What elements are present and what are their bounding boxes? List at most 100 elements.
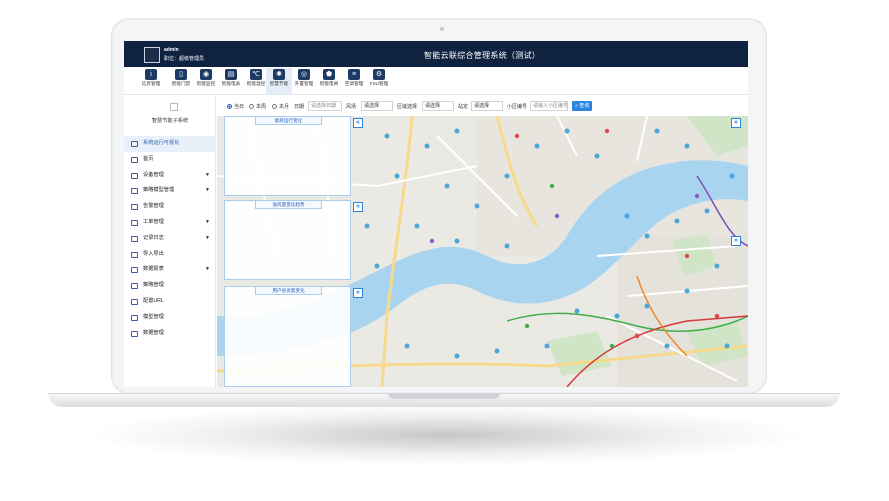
- area-select[interactable]: 请选择: [422, 101, 454, 111]
- sidebar-item-label: 配置URL: [143, 297, 164, 304]
- radio-label: 本周: [256, 104, 267, 110]
- collapse-left-icon[interactable]: «: [353, 202, 363, 212]
- sidebar-item-devices[interactable]: 设备管理 ▼: [124, 168, 216, 184]
- import-icon: [131, 251, 138, 258]
- radio-label: 本月: [279, 104, 290, 110]
- sidebar-menu: 系统运行可视化 首页 设备管理 ▼ 策略模型管理 ▼ 告警管理 工单管理 ▼ 记录日志…: [124, 136, 216, 341]
- chevron-down-icon: ▼: [205, 266, 210, 273]
- sidebar-item-workorders[interactable]: 工单管理 ▼: [124, 215, 216, 231]
- sidebar-item-label: 导入导出: [143, 250, 164, 257]
- tool-label: 空调管理: [344, 81, 364, 86]
- radio-week[interactable]: [249, 104, 254, 109]
- sidebar-item-label: 模型管理: [143, 313, 164, 320]
- webcam: [440, 27, 444, 31]
- expand-right-icon[interactable]: »: [731, 118, 741, 128]
- map-view[interactable]: 能耗运行变化 送风量变化趋势 用户投诉量变化 « « « » »: [217, 116, 748, 387]
- user-role: 职位：超级管理员: [164, 56, 205, 62]
- top-header: admin 职位：超级管理员 智能云联综合管理系统（测试）: [124, 41, 748, 67]
- module-toolbar: i 信息管理 ▯ 智能门禁 ◉ 智能监控 ▤ 智能电表 ℃ 智能温控 ✺ 智慧节能 ◎ 外置管…: [124, 67, 748, 95]
- sidebar-item-data[interactable]: 数据管理: [124, 326, 216, 342]
- chart-panel-energy: 能耗运行变化: [224, 116, 351, 196]
- page-title: 智能云联综合管理系统（测试）: [424, 51, 541, 60]
- code-label: 小区编号: [507, 104, 528, 110]
- sidebar-item-label: 数据报表: [143, 266, 164, 273]
- sidebar-item-strategy-model[interactable]: 策略模型管理 ▼: [124, 183, 216, 199]
- sidebar-item-label: 设备管理: [143, 171, 164, 178]
- brain-icon: ✺: [273, 69, 285, 80]
- tool-label: 外置管理: [294, 81, 314, 86]
- tool-label: 智慧节能: [269, 81, 289, 86]
- main-content: 当日 本周 本月 日期 请选择日期 风场 请选择 区域选择 请选择 站定 请选择…: [217, 96, 748, 387]
- tool-door[interactable]: ▯ 智能门禁: [168, 68, 194, 94]
- panel-title: 送风量变化趋势: [255, 201, 322, 209]
- sidebar-item-visualization[interactable]: 系统运行可视化: [124, 136, 216, 152]
- tool-label: 智能门禁: [171, 81, 191, 86]
- search-button[interactable]: ⌕ 查询: [572, 101, 593, 111]
- tool-switch[interactable]: ⬟ 智能电闸: [316, 68, 342, 94]
- sidebar-item-import-export[interactable]: 导入导出: [124, 247, 216, 263]
- tool-label: 信息管理: [141, 81, 161, 86]
- tool-fsu[interactable]: ⚙ FSU管理: [366, 68, 392, 94]
- sidebar-item-logs[interactable]: 记录日志 ▼: [124, 231, 216, 247]
- collapse-left-icon[interactable]: «: [353, 118, 363, 128]
- subsystem-name: 智慧节能子系统: [151, 118, 189, 124]
- tool-info[interactable]: i 信息管理: [138, 68, 164, 94]
- meter-icon: ▤: [225, 69, 237, 80]
- aircon-icon: ≡: [348, 69, 360, 80]
- panel-title: 能耗运行变化: [255, 117, 322, 125]
- chart-panel-airflow: 送风量变化趋势: [224, 200, 351, 280]
- expand-right-icon[interactable]: »: [731, 236, 741, 246]
- user-name: admin: [164, 47, 179, 53]
- link-icon: [131, 298, 138, 305]
- laptop-mockup: admin 职位：超级管理员 智能云联综合管理系统（测试） i 信息管理 ▯ 智能门…: [0, 0, 889, 501]
- collapse-left-icon[interactable]: «: [353, 288, 363, 298]
- strategy-icon: [131, 188, 138, 195]
- tool-meter[interactable]: ▤ 智能电表: [218, 68, 244, 94]
- tool-energy[interactable]: ✺ 智慧节能: [266, 68, 292, 94]
- sidebar-item-label: 策略管理: [143, 282, 164, 289]
- sidebar: 智慧节能子系统 系统运行可视化 首页 设备管理 ▼ 策略模型管理 ▼ 告警管理 工单…: [124, 96, 216, 387]
- alarm-icon: [131, 204, 138, 211]
- chart-panel-complaints: 用户投诉量变化: [224, 286, 351, 387]
- door-icon: ▯: [175, 69, 187, 80]
- sidebar-item-alarms[interactable]: 告警管理: [124, 199, 216, 215]
- chevron-down-icon: ▼: [205, 187, 210, 194]
- tool-camera[interactable]: ◉ 智能监控: [193, 68, 219, 94]
- avatar[interactable]: [144, 47, 160, 63]
- sidebar-item-config-url[interactable]: 配置URL: [124, 294, 216, 310]
- sidebar-item-label: 工单管理: [143, 218, 164, 225]
- chevron-down-icon: ▼: [205, 218, 210, 225]
- area-label: 区域选择: [397, 104, 418, 110]
- code-input[interactable]: 请输入小区编号: [530, 101, 568, 111]
- monitor-icon: [131, 141, 138, 147]
- sidebar-item-policies[interactable]: 策略管理: [124, 278, 216, 294]
- region-select[interactable]: 请选择: [361, 101, 393, 111]
- camera-icon: ◉: [200, 69, 212, 80]
- radio-today[interactable]: [227, 104, 232, 109]
- laptop-notch: [388, 393, 500, 399]
- filter-bar: 当日 本周 本月 日期 请选择日期 风场 请选择 区域选择 请选择 站定 请选择…: [217, 96, 748, 116]
- chevron-down-icon: ▼: [205, 234, 210, 241]
- tool-label: 智能电闸: [319, 81, 339, 86]
- radio-month[interactable]: [272, 104, 277, 109]
- info-icon: i: [145, 69, 157, 80]
- policy-icon: [131, 283, 138, 290]
- chevron-down-icon: ▼: [205, 171, 210, 178]
- station-select[interactable]: 请选择: [471, 101, 503, 111]
- tool-aircon[interactable]: ≡ 空调管理: [341, 68, 367, 94]
- tool-external[interactable]: ◎ 外置管理: [291, 68, 317, 94]
- panel-title: 用户投诉量变化: [255, 287, 322, 295]
- date-label: 日期: [294, 104, 305, 110]
- sidebar-item-models[interactable]: 模型管理: [124, 310, 216, 326]
- report-icon: [131, 267, 138, 274]
- sidebar-item-label: 告警管理: [143, 203, 164, 210]
- device-icon: [131, 172, 138, 179]
- sidebar-item-reports[interactable]: 数据报表 ▼: [124, 262, 216, 278]
- sidebar-item-home[interactable]: 首页: [124, 152, 216, 168]
- subsystem-logo-icon: [170, 103, 178, 111]
- fsu-icon: ⚙: [373, 69, 385, 80]
- sidebar-item-label: 首页: [143, 155, 154, 162]
- home-icon: [131, 156, 138, 163]
- sidebar-item-label: 系统运行可视化: [143, 140, 180, 146]
- date-picker[interactable]: 请选择日期: [308, 101, 342, 111]
